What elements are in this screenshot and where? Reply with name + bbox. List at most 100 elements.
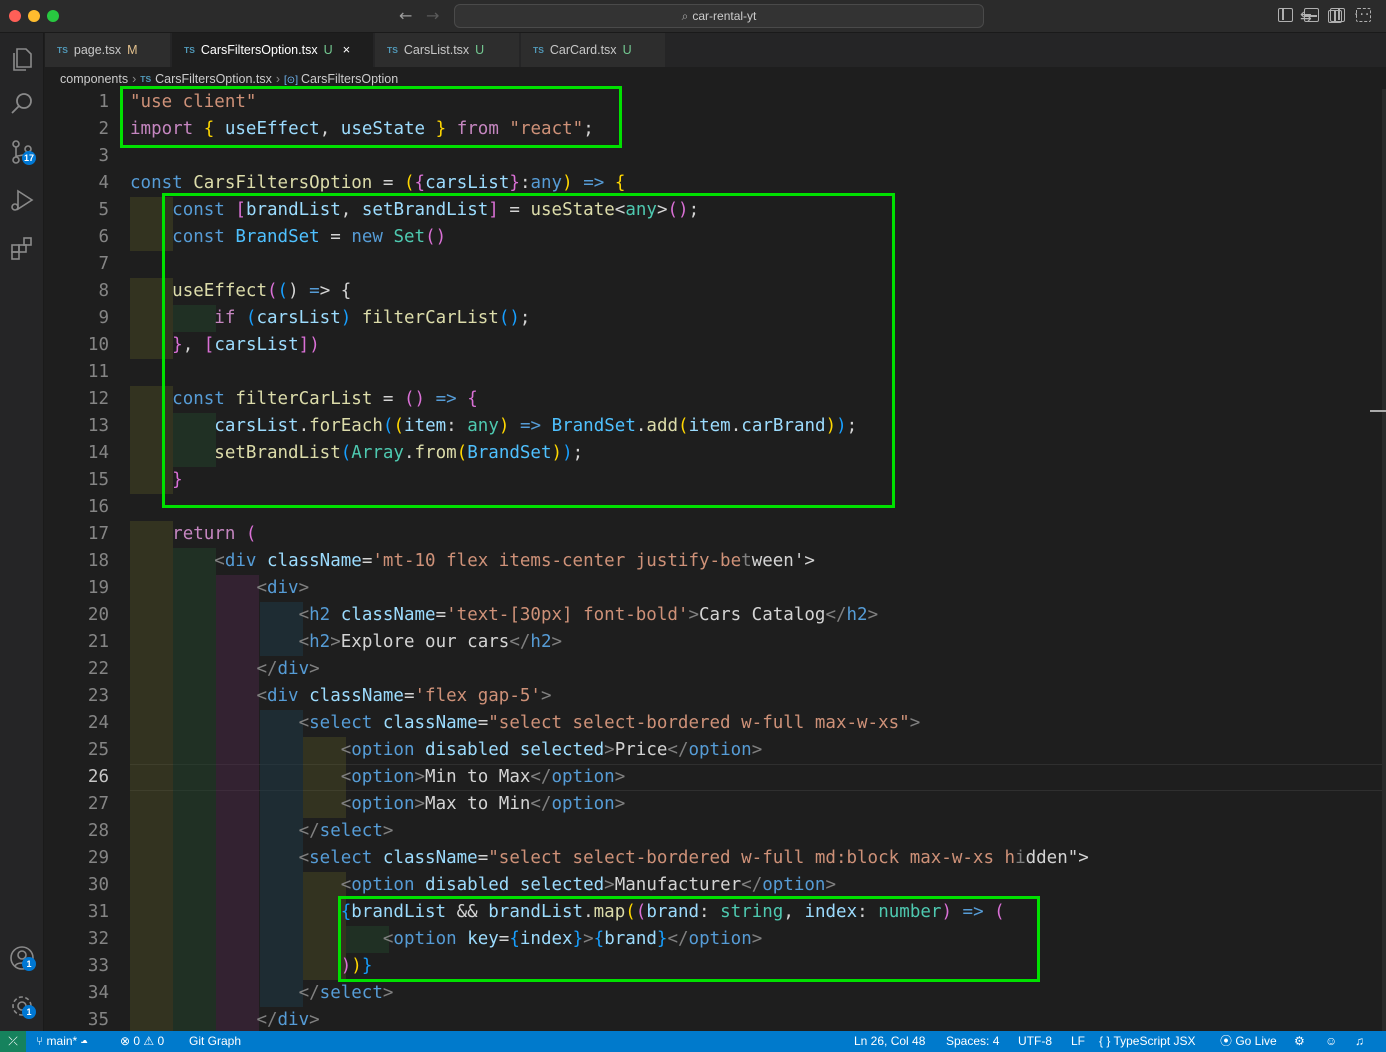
- tab-page-tsx[interactable]: TS page.tsx M: [45, 33, 171, 67]
- remote-indicator-icon[interactable]: ⤫: [0, 1031, 26, 1052]
- line-number[interactable]: 30: [45, 872, 109, 899]
- window-close-button[interactable]: [9, 10, 21, 22]
- line-number[interactable]: 28: [45, 818, 109, 845]
- encoding-indicator[interactable]: UTF-8: [1018, 1031, 1052, 1052]
- code-line[interactable]: <div className='mt-10 flex items-center …: [130, 548, 1089, 575]
- highlight-box-brand-map: [338, 896, 1040, 982]
- line-number[interactable]: 23: [45, 683, 109, 710]
- line-number[interactable]: 15: [45, 467, 109, 494]
- line-number[interactable]: 1: [45, 89, 109, 116]
- go-live-button[interactable]: ⦿ Go Live: [1220, 1031, 1277, 1052]
- line-number[interactable]: 12: [45, 386, 109, 413]
- line-number[interactable]: 8: [45, 278, 109, 305]
- line-number[interactable]: 27: [45, 791, 109, 818]
- search-icon[interactable]: [7, 89, 37, 119]
- line-number[interactable]: 4: [45, 170, 109, 197]
- line-number[interactable]: 11: [45, 359, 109, 386]
- line-number[interactable]: 35: [45, 1007, 109, 1031]
- notifications-bell-icon[interactable]: ♫: [1355, 1031, 1364, 1052]
- line-number[interactable]: 31: [45, 899, 109, 926]
- copilot-icon[interactable]: ⚙: [1294, 1031, 1305, 1052]
- manage-gear-icon[interactable]: 1: [7, 991, 37, 1021]
- line-number[interactable]: 16: [45, 494, 109, 521]
- line-number-gutter: 1 2 3 4 5 6 7 8 9 10 11 12 13 14 15 16 17 18 19 20 21 22 23 24 2…: [45, 89, 109, 1031]
- line-number[interactable]: 13: [45, 413, 109, 440]
- code-line[interactable]: <h2>Explore our cars</h2>: [130, 629, 1089, 656]
- cursor-position[interactable]: Ln 26, Col 48: [854, 1031, 925, 1052]
- vertical-scrollbar[interactable]: [1382, 89, 1386, 1031]
- source-control-icon[interactable]: 17: [7, 137, 37, 167]
- code-line[interactable]: </div>: [130, 656, 1089, 683]
- code-line[interactable]: return (: [130, 521, 1089, 548]
- line-number[interactable]: 32: [45, 926, 109, 953]
- more-actions-icon[interactable]: ···: [1354, 7, 1370, 23]
- toggle-primary-sidebar-icon[interactable]: [1278, 8, 1293, 22]
- tab-label: CarCard.tsx: [549, 43, 617, 57]
- close-icon[interactable]: ×: [343, 42, 351, 57]
- window-maximize-button[interactable]: [47, 10, 59, 22]
- typescript-file-icon: TS: [140, 74, 152, 84]
- split-editor-icon[interactable]: [1328, 10, 1342, 23]
- code-line[interactable]: <select className="select select-bordere…: [130, 710, 1089, 737]
- code-text: <select className="select select-bordere…: [298, 713, 921, 733]
- tab-carslist-tsx[interactable]: TS CarsList.tsx U: [375, 33, 520, 67]
- line-number[interactable]: 19: [45, 575, 109, 602]
- line-number[interactable]: 7: [45, 251, 109, 278]
- breadcrumb-folder[interactable]: components: [60, 72, 128, 86]
- code-line[interactable]: <option disabled selected>Price</option>: [130, 737, 1089, 764]
- highlight-box-imports: [120, 86, 622, 148]
- line-number[interactable]: 24: [45, 710, 109, 737]
- open-changes-icon[interactable]: ⇆: [1300, 9, 1312, 25]
- code-line[interactable]: </select>: [130, 818, 1089, 845]
- code-line[interactable]: <div>: [130, 575, 1089, 602]
- run-debug-icon[interactable]: [7, 185, 37, 215]
- code-line[interactable]: <select className="select select-bordere…: [130, 845, 1089, 872]
- code-line[interactable]: <option>Max to Min</option>: [130, 791, 1089, 818]
- branch-indicator[interactable]: ⑂ main* ☁: [36, 1031, 88, 1052]
- line-number[interactable]: 2: [45, 116, 109, 143]
- code-text: <option>Min to Max</option>: [340, 767, 626, 787]
- back-arrow-icon[interactable]: ←: [399, 6, 412, 25]
- command-center-search[interactable]: ⌕ car-rental-yt: [454, 4, 984, 28]
- line-number[interactable]: 34: [45, 980, 109, 1007]
- line-number[interactable]: 5: [45, 197, 109, 224]
- line-number[interactable]: 29: [45, 845, 109, 872]
- explorer-icon[interactable]: [7, 43, 37, 73]
- line-number[interactable]: 25: [45, 737, 109, 764]
- line-number[interactable]: 6: [45, 224, 109, 251]
- accounts-icon[interactable]: 1: [7, 943, 37, 973]
- activity-bar: 17 1 1: [0, 33, 44, 1031]
- extensions-icon[interactable]: [7, 233, 37, 263]
- line-number[interactable]: 20: [45, 602, 109, 629]
- eol-indicator[interactable]: LF: [1071, 1031, 1085, 1052]
- language-mode[interactable]: { } TypeScript JSX: [1099, 1031, 1196, 1052]
- line-number[interactable]: 9: [45, 305, 109, 332]
- line-number[interactable]: 21: [45, 629, 109, 656]
- problems-indicator[interactable]: ⊗ 0 ⚠ 0: [120, 1031, 164, 1052]
- breadcrumb-symbol[interactable]: CarsFiltersOption: [301, 72, 398, 86]
- line-number[interactable]: 3: [45, 143, 109, 170]
- code-line[interactable]: </div>: [130, 1007, 1089, 1031]
- line-number[interactable]: 33: [45, 953, 109, 980]
- code-line[interactable]: <h2 className='text-[30px] font-bold'>Ca…: [130, 602, 1089, 629]
- line-number[interactable]: 10: [45, 332, 109, 359]
- code-line[interactable]: <div className='flex gap-5'>: [130, 683, 1089, 710]
- line-number[interactable]: 17: [45, 521, 109, 548]
- code-line[interactable]: <option>Min to Max</option>: [130, 764, 1089, 791]
- indentation-indicator[interactable]: Spaces: 4: [946, 1031, 999, 1052]
- error-icon: ⊗: [120, 1034, 134, 1048]
- breadcrumb-file[interactable]: CarsFiltersOption.tsx: [155, 72, 272, 86]
- forward-arrow-icon[interactable]: →: [426, 6, 439, 25]
- code-line[interactable]: <option disabled selected>Manufacturer</…: [130, 872, 1089, 899]
- line-number[interactable]: 14: [45, 440, 109, 467]
- git-graph-button[interactable]: Git Graph: [189, 1031, 241, 1052]
- code-line[interactable]: </select>: [130, 980, 1089, 1007]
- line-number[interactable]: 18: [45, 548, 109, 575]
- code-text: </select>: [298, 821, 394, 841]
- tab-carsfiltersoption-tsx[interactable]: TS CarsFiltersOption.tsx U ×: [172, 33, 374, 67]
- feedback-icon[interactable]: ☺: [1325, 1031, 1337, 1052]
- window-minimize-button[interactable]: [28, 10, 40, 22]
- line-number[interactable]: 22: [45, 656, 109, 683]
- tab-carcard-tsx[interactable]: TS CarCard.tsx U: [521, 33, 666, 67]
- line-number[interactable]: 26: [45, 764, 109, 791]
